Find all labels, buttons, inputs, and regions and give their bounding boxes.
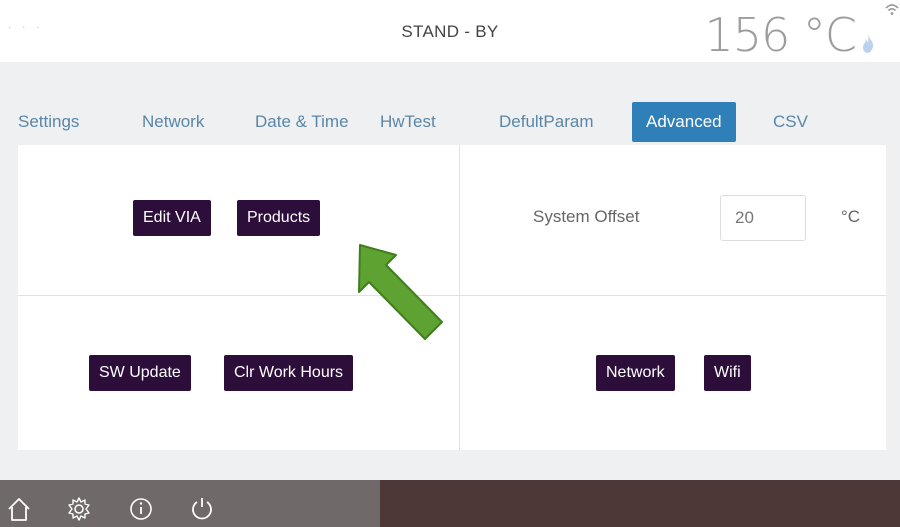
clr-work-hours-button[interactable]: Clr Work Hours — [224, 355, 354, 391]
network-button[interactable]: Network — [596, 355, 675, 391]
sw-update-button[interactable]: SW Update — [89, 355, 191, 391]
temperature-readout: 156 °C — [704, 8, 857, 62]
tab-advanced[interactable]: Advanced — [632, 102, 736, 142]
panel-divider-horizontal — [18, 295, 886, 296]
products-button[interactable]: Products — [237, 200, 321, 236]
edit-via-button[interactable]: Edit VIA — [133, 200, 211, 236]
power-icon[interactable] — [189, 496, 215, 522]
advanced-panel: Edit VIA Products System Offset °C SW Up… — [18, 145, 886, 450]
footer-bar — [0, 480, 900, 527]
system-offset-label: System Offset — [533, 207, 640, 226]
wifi-icon — [885, 4, 899, 15]
system-offset-unit: °C — [841, 207, 861, 226]
flame-icon — [863, 35, 874, 53]
wifi-button[interactable]: Wifi — [704, 355, 751, 391]
tab-csv[interactable]: CSV — [773, 102, 808, 142]
system-offset-input[interactable] — [720, 195, 806, 241]
tab-date-time[interactable]: Date & Time — [255, 102, 349, 142]
tab-network[interactable]: Network — [142, 102, 204, 142]
gear-icon[interactable] — [66, 496, 92, 522]
info-icon[interactable] — [128, 496, 154, 522]
panel-divider-vertical — [459, 145, 460, 450]
home-icon[interactable] — [6, 496, 32, 522]
tab-hwtest[interactable]: HwTest — [380, 102, 436, 142]
top-bar: · · · STAND - BY 156 °C — [0, 0, 900, 62]
footer-nav — [0, 480, 380, 527]
tab-defultparam[interactable]: DefultParam — [499, 102, 593, 142]
tab-settings[interactable]: Settings — [18, 102, 79, 142]
green-arrow-icon — [358, 244, 443, 340]
